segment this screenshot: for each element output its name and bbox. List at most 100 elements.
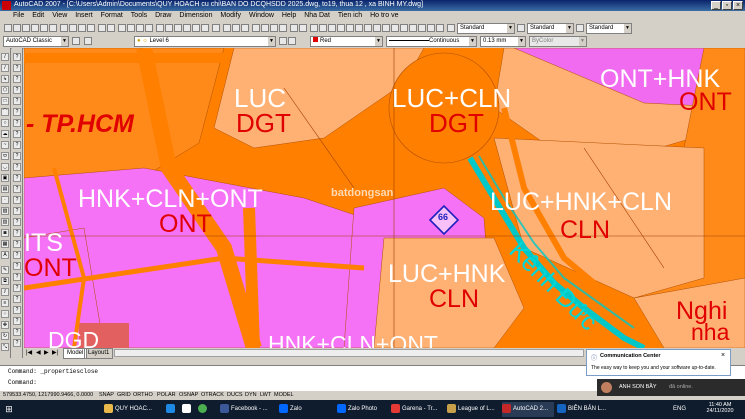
tab-nav-last-icon[interactable]: ▶| (52, 349, 58, 356)
text-style-select[interactable]: Standard ▼ (457, 23, 515, 34)
block-icon[interactable] (261, 24, 269, 32)
color-select[interactable]: Red ▼ (310, 36, 383, 47)
polar-toggle[interactable]: POLAR (157, 392, 176, 398)
region-draw-icon[interactable]: ◙ (1, 229, 9, 237)
tool-question-icon[interactable]: ? (13, 317, 21, 325)
tool-question-icon[interactable]: ? (13, 262, 21, 270)
make-current-icon[interactable] (279, 37, 287, 45)
tool-question-icon[interactable]: ? (13, 207, 21, 215)
snap-icon[interactable] (310, 24, 318, 32)
minimize-button[interactable]: _ (711, 1, 721, 10)
design-center-icon[interactable] (165, 24, 173, 32)
tool-question-icon[interactable]: ? (13, 53, 21, 61)
ducs-toggle[interactable]: DUCS (227, 392, 243, 398)
communication-center-balloon[interactable]: ⓘ Communication Center × The easy way to… (586, 349, 731, 376)
insert-icon[interactable] (270, 24, 278, 32)
text-style-icon[interactable] (447, 24, 455, 32)
text-icon[interactable] (290, 24, 298, 32)
start-icon[interactable]: ⊞ (2, 402, 16, 417)
plot-number[interactable]: 66 (438, 213, 448, 222)
scale-icon[interactable]: ⤡ (1, 343, 9, 351)
field-icon[interactable] (373, 24, 381, 32)
xref-icon[interactable] (391, 24, 399, 32)
cut-icon[interactable] (60, 24, 68, 32)
ortho-toggle[interactable]: ORTHO (133, 392, 153, 398)
erase-icon[interactable]: ✎ (1, 266, 9, 274)
skype-notification[interactable]: ANH SON BẦY đã online. (597, 379, 745, 396)
hatch-draw-icon[interactable]: ▨ (1, 207, 9, 215)
zoom-realtime-icon[interactable] (127, 24, 135, 32)
table-style-select[interactable]: Standard ▼ (586, 23, 632, 34)
offset-icon[interactable]: ≡ (1, 299, 9, 307)
close-button[interactable]: × (733, 1, 743, 10)
taskbar-item[interactable]: Zalo Photo (337, 402, 387, 417)
rotate-icon[interactable]: ↻ (1, 332, 9, 340)
markup-icon[interactable] (192, 24, 200, 32)
mtext-icon[interactable] (299, 24, 307, 32)
lineweight-select[interactable]: 0.13 mm ▼ (480, 36, 526, 47)
tab-nav-first-icon[interactable]: |◀ (26, 349, 32, 356)
menu-help[interactable]: Help (279, 11, 299, 20)
taskbar-item[interactable] (198, 402, 212, 417)
layer-properties-icon[interactable] (84, 37, 92, 45)
area-icon[interactable] (232, 24, 240, 32)
block-attr-icon[interactable] (355, 24, 363, 32)
tab-nav-next-icon[interactable]: ▶ (44, 349, 49, 356)
doc-icon[interactable] (0, 15, 8, 17)
layer-previous-icon[interactable] (288, 37, 296, 45)
menu-nha-dat[interactable]: Nha Dat (301, 11, 333, 20)
redo-icon[interactable] (107, 24, 115, 32)
tool-question-icon[interactable]: ? (13, 196, 21, 204)
taskbar-item[interactable]: League of L... (447, 402, 499, 417)
image-icon[interactable] (382, 24, 390, 32)
autocad-app-icon[interactable] (2, 1, 11, 10)
point-draw-icon[interactable]: · (1, 196, 9, 204)
mtext-draw-icon[interactable]: A (1, 251, 9, 259)
menu-file[interactable]: File (10, 11, 27, 20)
insert-block-icon[interactable]: ▣ (1, 174, 9, 182)
divide-icon[interactable] (337, 24, 345, 32)
menu-edit[interactable]: Edit (29, 11, 47, 20)
workspace-settings-icon[interactable] (72, 37, 80, 45)
spline-icon[interactable]: ~ (1, 141, 9, 149)
match-properties-icon[interactable] (87, 24, 95, 32)
tool-question-icon[interactable]: ? (13, 339, 21, 347)
osnap-icon[interactable] (319, 24, 327, 32)
horizontal-scrollbar[interactable] (114, 349, 584, 357)
menu-ho-tro-ve[interactable]: Ho tro ve (367, 11, 401, 20)
language-indicator[interactable]: ENG (673, 402, 687, 417)
pan-icon[interactable] (118, 24, 126, 32)
ellipse-icon[interactable]: ⬭ (1, 152, 9, 160)
clock[interactable]: 11:40 AM 24/11/2020 (700, 402, 740, 414)
region-icon[interactable] (418, 24, 426, 32)
drawing-canvas[interactable]: LUC DGT LUC+CLN DGT ONT+HNK ONT - TP.HCM… (24, 48, 745, 348)
point-icon[interactable] (328, 24, 336, 32)
dim-style-icon[interactable] (517, 24, 525, 32)
tool-question-icon[interactable]: ? (13, 130, 21, 138)
tool-question-icon[interactable]: ? (13, 185, 21, 193)
boundary-icon[interactable] (427, 24, 435, 32)
linetype-select[interactable]: Continuous ▼ (386, 36, 477, 47)
polygon-icon[interactable]: ⬠ (1, 86, 9, 94)
undo-icon[interactable] (98, 24, 106, 32)
tool-question-icon[interactable]: ? (13, 108, 21, 116)
menu-tools[interactable]: Tools (128, 11, 150, 20)
publish-icon[interactable] (49, 24, 57, 32)
sheet-set-icon[interactable] (183, 24, 191, 32)
hyperlink-icon[interactable] (409, 24, 417, 32)
menu-view[interactable]: View (49, 11, 70, 20)
otrack-toggle[interactable]: OTRACK (201, 392, 224, 398)
taskbar-item[interactable] (166, 402, 180, 417)
tab-layout1[interactable]: Layout1 (84, 348, 114, 359)
tool-question-icon[interactable]: ? (13, 284, 21, 292)
polyline-icon[interactable]: ↳ (1, 75, 9, 83)
table-draw-icon[interactable]: ▦ (1, 240, 9, 248)
tool-question-icon[interactable]: ? (13, 163, 21, 171)
tool-question-icon[interactable]: ? (13, 152, 21, 160)
menu-dimension[interactable]: Dimension (176, 11, 215, 20)
plot-icon[interactable] (31, 24, 39, 32)
arc-icon[interactable]: ⌒ (1, 108, 9, 116)
tool-question-icon[interactable]: ? (13, 86, 21, 94)
menu-window[interactable]: Window (246, 11, 277, 20)
ole-icon[interactable] (400, 24, 408, 32)
